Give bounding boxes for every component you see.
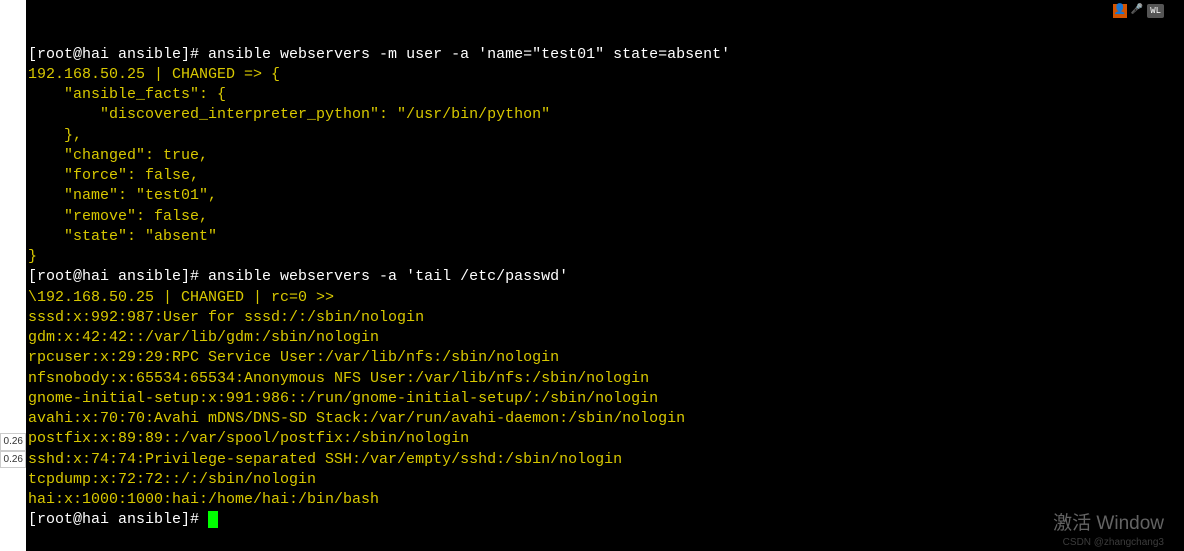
side-tab: 0.26 (0, 451, 26, 469)
side-tab: 0.26 (0, 433, 26, 451)
ansible-output: "discovered_interpreter_python": "/usr/b… (28, 106, 550, 123)
user-icon: 👤 (1113, 4, 1127, 18)
shell-command: ansible webservers -a 'tail /etc/passwd' (208, 268, 568, 285)
shell-prompt: [root@hai ansible]# (28, 46, 208, 63)
ansible-output: "state": "absent" (28, 228, 217, 245)
ansible-output: "ansible_facts": { (28, 86, 226, 103)
ansible-output: }, (28, 127, 82, 144)
ansible-output: "force": false, (28, 167, 199, 184)
shell-prompt: [root@hai ansible]# (28, 511, 208, 528)
passwd-line: nfsnobody:x:65534:65534:Anonymous NFS Us… (28, 370, 649, 387)
passwd-line: gdm:x:42:42::/var/lib/gdm:/sbin/nologin (28, 329, 379, 346)
ansible-output: "remove": false, (28, 208, 208, 225)
shell-command: ansible webservers -m user -a 'name="tes… (208, 46, 730, 63)
ansible-output: "name": "test01", (28, 187, 217, 204)
passwd-line: postfix:x:89:89::/var/spool/postfix:/sbi… (28, 430, 469, 447)
mic-icon: 🎤 (1131, 4, 1143, 18)
passwd-line: avahi:x:70:70:Avahi mDNS/DNS-SD Stack:/v… (28, 410, 685, 427)
ime-badge: WL (1147, 4, 1164, 18)
ansible-output-header: \192.168.50.25 | CHANGED | rc=0 >> (28, 289, 334, 306)
passwd-line: tcpdump:x:72:72::/:/sbin/nologin (28, 471, 316, 488)
passwd-line: gnome-initial-setup:x:991:986::/run/gnom… (28, 390, 658, 407)
ansible-output: } (28, 248, 37, 265)
status-bar: 👤 🎤 WL (1113, 4, 1164, 18)
ansible-output: 192.168.50.25 | CHANGED => { (28, 66, 280, 83)
terminal-cursor (208, 511, 218, 528)
passwd-line: sssd:x:992:987:User for sssd:/:/sbin/nol… (28, 309, 424, 326)
shell-prompt: [root@hai ansible]# (28, 268, 208, 285)
passwd-line: sshd:x:74:74:Privilege-separated SSH:/va… (28, 451, 622, 468)
side-ip-tabs: 0.26 0.26 (0, 433, 26, 468)
passwd-line: rpcuser:x:29:29:RPC Service User:/var/li… (28, 349, 559, 366)
passwd-line: hai:x:1000:1000:hai:/home/hai:/bin/bash (28, 491, 379, 508)
terminal[interactable]: 👤 🎤 WL [root@hai ansible]# ansible webse… (26, 0, 1184, 551)
ansible-output: "changed": true, (28, 147, 208, 164)
